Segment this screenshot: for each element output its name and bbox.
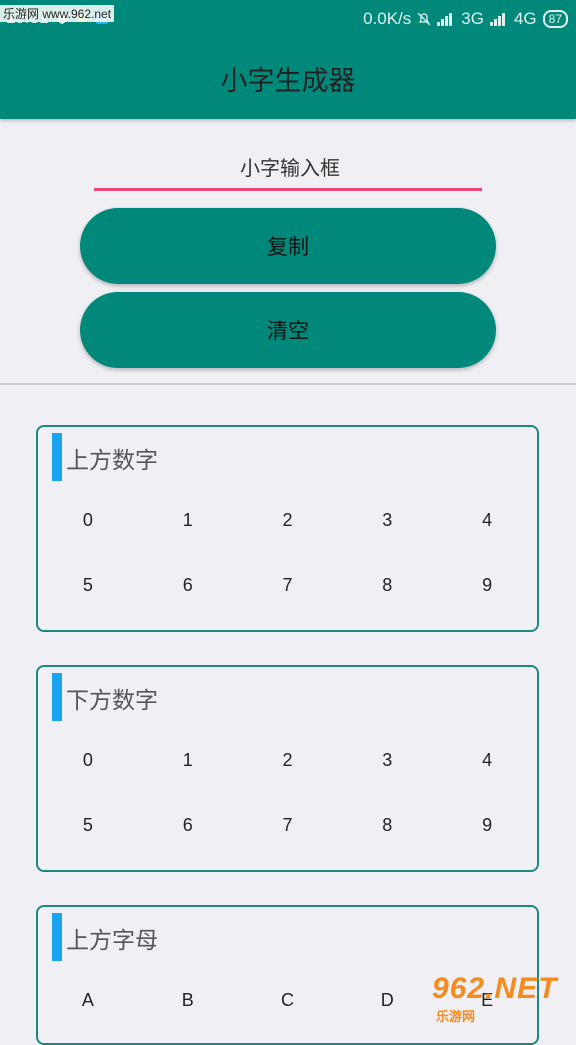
input-container: [94, 146, 486, 191]
watermark-logo-small: 乐游网: [436, 1009, 476, 1024]
char-key[interactable]: 1: [138, 745, 238, 775]
watermark-logo-big: 962.NET: [432, 972, 558, 1005]
app-bar: 小字生成器: [0, 38, 576, 119]
char-key[interactable]: 3: [337, 745, 437, 775]
char-grid: 0 1 2 3 4 5 6 7 8 9: [38, 505, 537, 600]
section-accent-bar: [52, 433, 62, 481]
section-title: 上方字母: [66, 928, 158, 954]
char-key[interactable]: 7: [238, 810, 338, 840]
char-key[interactable]: 8: [337, 810, 437, 840]
network-speed: 0.0K/s: [363, 9, 412, 28]
char-key[interactable]: 8: [337, 570, 437, 600]
signal-3g-icon: [437, 12, 455, 26]
char-key[interactable]: 9: [437, 810, 537, 840]
char-key[interactable]: 0: [38, 745, 138, 775]
section-card-subscript-digits: 下方数字 0 1 2 3 4 5 6 7 8 9: [36, 665, 539, 872]
char-key[interactable]: 9: [437, 570, 537, 600]
mute-bell-icon: [417, 12, 431, 26]
char-key[interactable]: D: [337, 985, 437, 1015]
char-key[interactable]: A: [38, 985, 138, 1015]
text-input[interactable]: [94, 146, 486, 190]
network-3g-label: 3G: [461, 9, 484, 28]
network-4g-label: 4G: [513, 9, 537, 28]
char-key[interactable]: 3: [337, 505, 437, 535]
watermark-text: 乐游网 www.962.net: [0, 5, 115, 22]
section-card-superscript-digits: 上方数字 0 1 2 3 4 5 6 7 8 9: [36, 425, 539, 632]
char-key[interactable]: 5: [38, 570, 138, 600]
divider: [0, 383, 576, 385]
battery-indicator: 87: [542, 10, 568, 28]
char-grid: 0 1 2 3 4 5 6 7 8 9: [38, 745, 537, 840]
signal-4g-icon: [489, 12, 508, 26]
status-bar: 19:31 乐游网 www.962.net 0.0K/s 3G 4G 87: [0, 0, 576, 38]
char-key[interactable]: C: [238, 985, 338, 1015]
status-right: 0.0K/s 3G 4G 87: [363, 9, 568, 29]
char-key[interactable]: 6: [138, 570, 238, 600]
char-key[interactable]: 1: [138, 505, 238, 535]
char-key[interactable]: 4: [437, 745, 537, 775]
page-title: 小字生成器: [220, 66, 356, 97]
clear-button[interactable]: 清空: [80, 292, 496, 368]
section-accent-bar: [52, 913, 62, 961]
section-accent-bar: [52, 673, 62, 721]
char-key[interactable]: 5: [38, 810, 138, 840]
watermark-logo: 962.NET 乐游网: [432, 972, 570, 1024]
copy-button[interactable]: 复制: [80, 208, 496, 284]
char-key[interactable]: 2: [238, 505, 338, 535]
section-title: 下方数字: [66, 688, 158, 714]
char-key[interactable]: 0: [38, 505, 138, 535]
char-key[interactable]: 6: [138, 810, 238, 840]
char-key[interactable]: 7: [238, 570, 338, 600]
char-key[interactable]: 2: [238, 745, 338, 775]
char-key[interactable]: B: [138, 985, 238, 1015]
section-title: 上方数字: [66, 448, 158, 474]
char-key[interactable]: 4: [437, 505, 537, 535]
